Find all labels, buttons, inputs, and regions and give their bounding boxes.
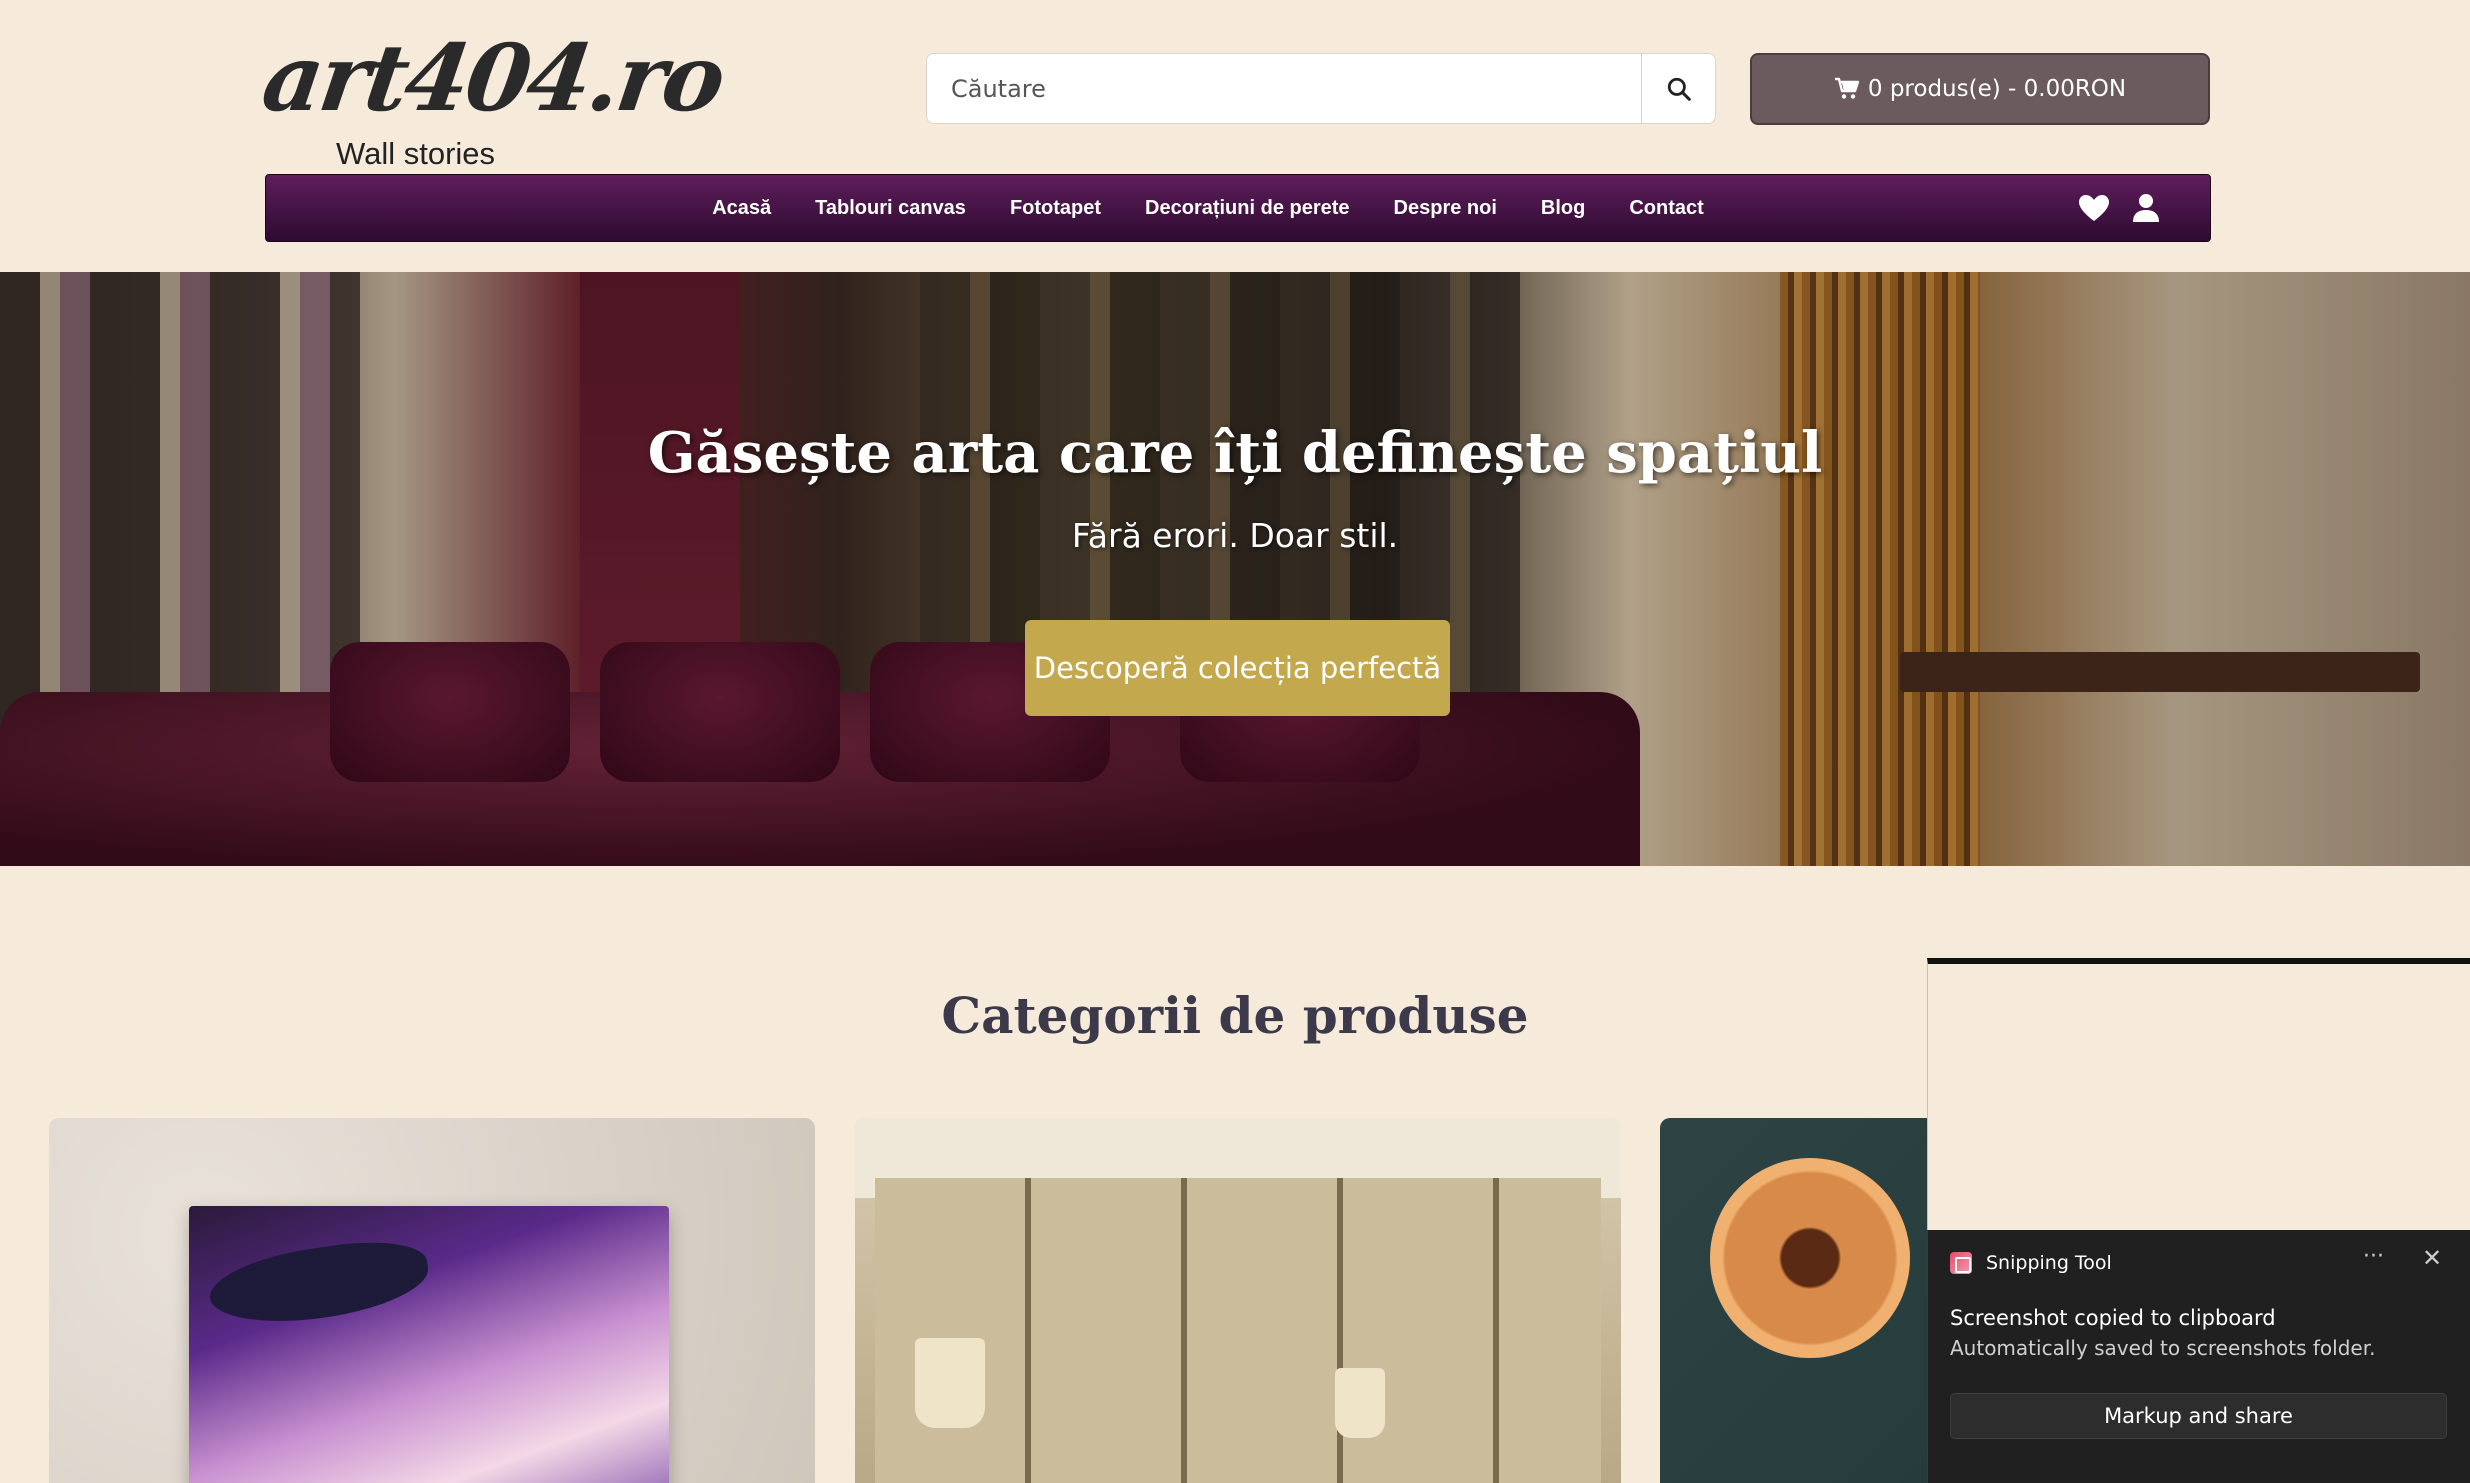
main-navbar: Acasă Tablouri canvas Fototapet Decorați…: [265, 174, 2211, 242]
nav-item-blog[interactable]: Blog: [1541, 197, 1585, 220]
snipping-tool-icon: [1950, 1252, 1972, 1274]
markup-and-share-button[interactable]: Markup and share: [1950, 1393, 2447, 1439]
toast-detail: Automatically saved to screenshots folde…: [1950, 1336, 2376, 1360]
nav-item-contact[interactable]: Contact: [1629, 197, 1703, 220]
category-card-canvas[interactable]: [49, 1118, 815, 1483]
nav-item-despre-noi[interactable]: Despre noi: [1394, 197, 1497, 220]
category-image-detail: [1335, 1368, 1385, 1438]
search-icon: [1667, 77, 1691, 101]
category-image: [189, 1206, 669, 1483]
category-image-detail: [915, 1338, 985, 1428]
hero-cta-button[interactable]: Descoperă colecția perfectă: [1025, 620, 1450, 716]
nav-item-tablouri-canvas[interactable]: Tablouri canvas: [815, 197, 966, 220]
close-icon[interactable]: ✕: [2422, 1244, 2442, 1272]
logo-text: art404.ro: [256, 24, 730, 132]
category-card-wallpaper[interactable]: [855, 1118, 1621, 1483]
logo-tagline: Wall stories: [336, 136, 496, 171]
more-options-icon[interactable]: ···: [2363, 1244, 2384, 1269]
hero-title: Găsește arta care îți definește spațiul: [647, 420, 1823, 486]
cart-icon: [1834, 77, 1860, 99]
toast-preview-area: [1927, 958, 2470, 1230]
category-image: [875, 1178, 1601, 1483]
search-bar: [926, 53, 1716, 124]
toast-app-name: Snipping Tool: [1986, 1252, 2112, 1274]
hero-subtitle: Fără erori. Doar stil.: [1071, 516, 1399, 555]
category-image: [1710, 1158, 1910, 1358]
cart-button[interactable]: 0 produs(e) - 0.00RON: [1750, 53, 2210, 125]
search-input[interactable]: [927, 54, 1641, 123]
nav-item-acasa[interactable]: Acasă: [712, 197, 771, 220]
search-button[interactable]: [1641, 54, 1715, 123]
site-logo[interactable]: art404.ro Wall stories: [256, 24, 729, 174]
hero-banner: Găsește arta care îți definește spațiul …: [0, 272, 2470, 866]
toast-message: Screenshot copied to clipboard: [1950, 1306, 2276, 1330]
snipping-tool-notification: Snipping Tool ··· ✕ Screenshot copied to…: [1927, 1230, 2470, 1483]
cart-label: 0 produs(e) - 0.00RON: [1867, 76, 2127, 102]
nav-item-decoratiuni[interactable]: Decorațiuni de perete: [1145, 197, 1350, 220]
user-icon[interactable]: [2132, 193, 2160, 223]
heart-icon[interactable]: [2078, 194, 2110, 222]
hero-overlay: [0, 272, 2470, 866]
nav-item-fototapet[interactable]: Fototapet: [1010, 197, 1101, 220]
